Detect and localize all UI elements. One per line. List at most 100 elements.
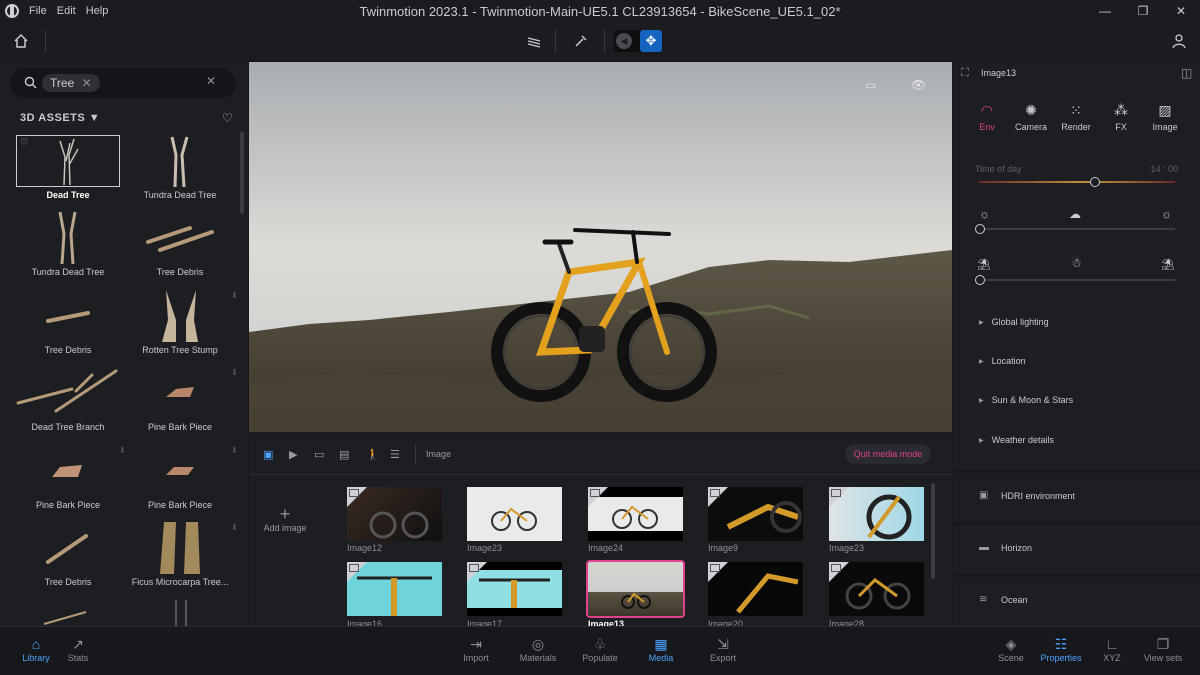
rotate-icon[interactable]: ◀ xyxy=(616,33,632,49)
media-thumbnail[interactable] xyxy=(708,487,803,541)
ocean-block[interactable]: ≋ Ocean xyxy=(953,574,1200,623)
hdri-icon: ▣ xyxy=(979,490,989,501)
media-thumbnail[interactable] xyxy=(829,562,924,616)
asset-item[interactable]: ⬇ Ficus Microcarpa Tree... xyxy=(128,522,238,594)
asset-item[interactable]: ⬇ Pine Bark Piece xyxy=(128,445,238,517)
add-image-button[interactable]: + Add image xyxy=(259,505,311,533)
import-button[interactable]: ⇥ Import xyxy=(446,635,506,663)
picker-button[interactable] xyxy=(570,30,592,52)
media-thumbnail[interactable] xyxy=(347,562,442,616)
user-button[interactable] xyxy=(1168,30,1190,52)
search-bar[interactable]: Tree ✕ ✕ xyxy=(10,68,236,98)
visibility-eye-icon[interactable]: 👁 xyxy=(911,78,926,92)
media-thumbnail[interactable] xyxy=(588,487,683,541)
media-thumbnail[interactable] xyxy=(467,487,562,541)
download-icon[interactable]: ⬇ xyxy=(230,445,238,456)
asset-partial xyxy=(172,600,192,626)
section-global-lighting[interactable]: Global lighting xyxy=(979,317,1049,327)
close-window-button[interactable]: ✕ xyxy=(1162,0,1200,22)
populate-button[interactable]: ♧ Populate xyxy=(570,635,630,663)
horizon-block[interactable]: ▬ Horizon xyxy=(953,522,1200,571)
home-button[interactable] xyxy=(10,30,32,52)
view-sets-button[interactable]: ❐ View sets xyxy=(1133,635,1193,663)
season-knob[interactable] xyxy=(975,275,985,285)
hdri-environment-block[interactable]: ▣ HDRI environment xyxy=(953,470,1200,519)
quit-media-mode-button[interactable]: Quit media mode xyxy=(845,444,931,464)
media-clapper-icon: ▦ xyxy=(654,636,668,652)
search-tag-chip[interactable]: Tree ✕ xyxy=(42,74,100,92)
walk-mode-icon[interactable]: 🚶 xyxy=(366,448,380,461)
view-sets-icon: ❐ xyxy=(1156,636,1170,652)
asset-label: Tree Debris xyxy=(44,345,92,355)
sun-icon: ☼ xyxy=(979,207,990,221)
media-scrollbar[interactable] xyxy=(931,483,935,579)
weather-slider[interactable] xyxy=(979,228,1175,230)
section-location[interactable]: Location xyxy=(979,356,1026,366)
tab-image[interactable]: ▨ Image xyxy=(1143,102,1187,132)
materials-button[interactable]: ◎ Materials xyxy=(508,635,568,663)
menu-help[interactable]: Help xyxy=(86,5,109,17)
collapse-panel-icon[interactable]: ◫ xyxy=(1181,66,1192,80)
stats-button[interactable]: ↗ Stats xyxy=(48,635,108,663)
download-icon[interactable]: ⬇ xyxy=(230,367,238,378)
favorite-heart-icon[interactable]: ♡ xyxy=(20,137,28,148)
asset-item[interactable]: ⬇ Rotten Tree Stump xyxy=(128,290,238,362)
media-thumbnail[interactable] xyxy=(708,562,803,616)
media-thumbnail[interactable] xyxy=(347,487,442,541)
library-scrollbar[interactable] xyxy=(240,132,244,214)
time-of-day-knob[interactable] xyxy=(1089,177,1100,187)
season-slider[interactable] xyxy=(979,279,1175,281)
asset-thumbnail xyxy=(16,290,120,342)
tab-fx[interactable]: ⁂ FX xyxy=(1099,102,1143,132)
asset-item[interactable]: Tree Debris xyxy=(16,290,120,362)
asset-item[interactable]: Tundra Dead Tree xyxy=(128,135,232,207)
asset-item[interactable]: Tundra Dead Tree xyxy=(16,212,120,284)
image-mode-icon[interactable]: ▣ xyxy=(263,448,277,461)
export-button[interactable]: ⇲ Export xyxy=(693,635,753,663)
object-name: Image13 xyxy=(981,68,1017,78)
download-icon[interactable]: ⬇ xyxy=(230,522,238,533)
time-of-day-slider[interactable] xyxy=(979,181,1175,183)
image-landscape-icon: ▨ xyxy=(1158,102,1172,118)
minimize-button[interactable]: — xyxy=(1086,0,1124,22)
asset-item[interactable]: Tree Debris xyxy=(16,522,120,594)
asset-item[interactable]: Tree Debris xyxy=(128,212,232,284)
assets-section-title[interactable]: 3D ASSETS ▼ xyxy=(20,112,100,124)
media-thumbnail-selected[interactable] xyxy=(586,560,685,618)
panel-toggle-icon[interactable]: ▭ xyxy=(865,78,876,92)
panorama-mode-icon[interactable]: ▭ xyxy=(314,448,328,461)
asset-item[interactable]: ♡ Dead Tree xyxy=(16,135,120,207)
asset-thumbnail xyxy=(16,212,120,264)
download-icon[interactable]: ⬇ xyxy=(118,445,126,456)
menu-file[interactable]: File xyxy=(29,5,47,17)
tab-render[interactable]: ⁙ Render xyxy=(1054,102,1098,132)
asset-item[interactable]: ⬇ Pine Bark Piece xyxy=(16,445,126,517)
layers-button[interactable] xyxy=(523,30,545,52)
export-label: Export xyxy=(709,653,736,663)
remove-tag-icon[interactable]: ✕ xyxy=(82,76,92,90)
video-mode-icon[interactable]: ▶ xyxy=(289,448,303,461)
viewport[interactable]: ▭ 👁 xyxy=(249,62,952,432)
media-button[interactable]: ▦ Media xyxy=(631,635,691,663)
favorite-heart-icon[interactable]: ♡ xyxy=(222,111,233,125)
media-panel: ▣ ▶ ▭ ▤ 🚶 ☰ Image Quit media mode + Add … xyxy=(249,433,952,629)
menu-edit[interactable]: Edit xyxy=(57,5,76,17)
download-icon[interactable]: ⬇ xyxy=(230,290,238,301)
tab-camera-label: Camera xyxy=(1014,122,1047,132)
tab-env[interactable]: ◠ Env xyxy=(965,102,1009,132)
asset-item[interactable]: Dead Tree Branch xyxy=(16,367,120,439)
media-thumbnail[interactable] xyxy=(829,487,924,541)
section-sun-moon-stars[interactable]: Sun & Moon & Stars xyxy=(979,395,1074,405)
media-thumbnail[interactable] xyxy=(467,562,562,616)
presentation-mode-icon[interactable]: ▤ xyxy=(339,448,353,461)
tab-camera[interactable]: ✺ Camera xyxy=(1009,102,1053,132)
maximize-button[interactable]: ❐ xyxy=(1124,0,1162,22)
time-of-day-value: 14 : 00 xyxy=(1150,164,1178,174)
section-weather-details[interactable]: Weather details xyxy=(979,435,1054,445)
asset-label: Rotten Tree Stump xyxy=(142,345,218,355)
asset-item[interactable]: ⬇ Pine Bark Piece xyxy=(128,367,238,439)
move-icon[interactable]: ✥ xyxy=(640,30,662,52)
weather-knob[interactable] xyxy=(975,224,985,234)
phasing-mode-icon[interactable]: ☰ xyxy=(390,448,404,461)
clear-search-icon[interactable]: ✕ xyxy=(206,74,216,88)
